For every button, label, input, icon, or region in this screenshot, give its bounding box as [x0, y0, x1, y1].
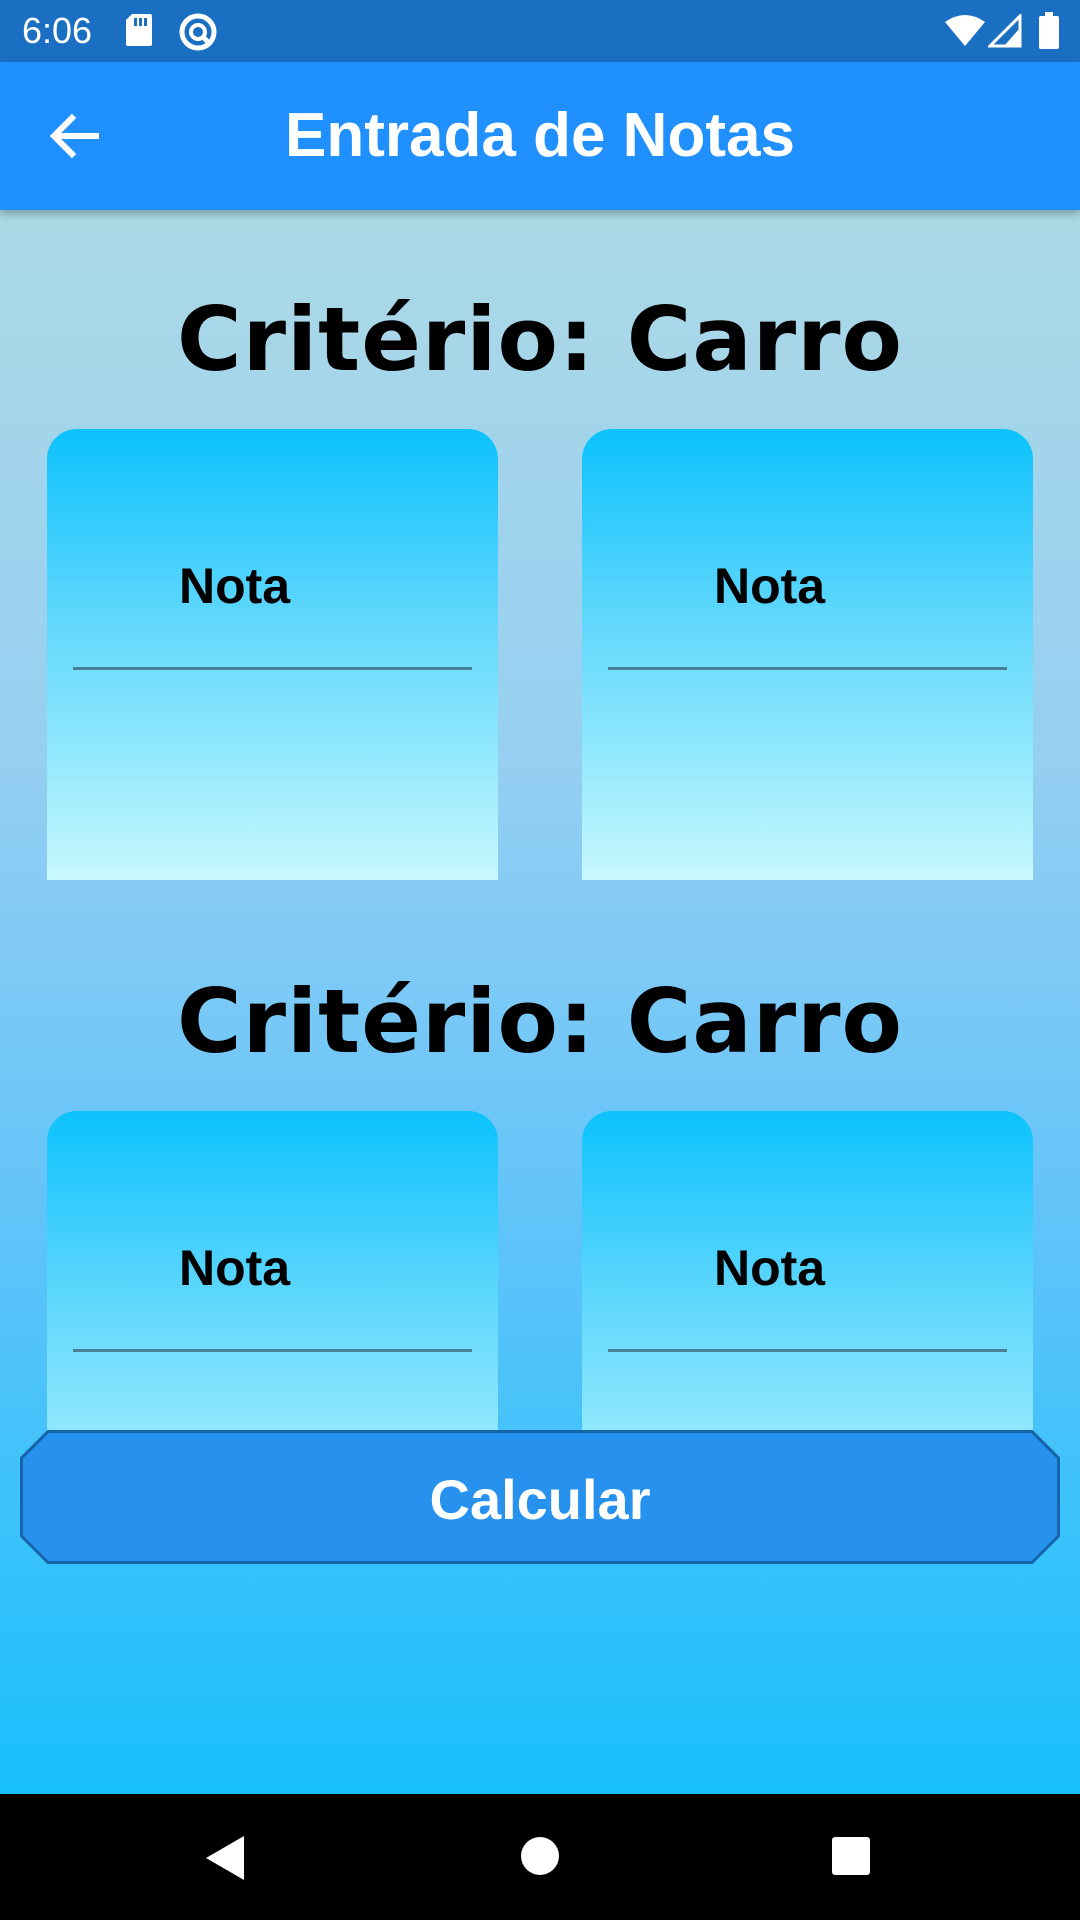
app-bar: Entrada de Notas — [0, 62, 1080, 210]
page-title: Entrada de Notas — [285, 101, 795, 170]
note-field-label: Nota — [714, 1240, 826, 1296]
sync-icon — [178, 12, 218, 57]
signal-icon — [986, 12, 1022, 53]
note-card[interactable]: Nota — [47, 429, 498, 880]
back-triangle-icon[interactable] — [204, 1834, 248, 1887]
criterion-title: Critério: Carro — [177, 970, 903, 1073]
recents-square-icon[interactable] — [831, 1836, 871, 1881]
status-bar: 6:06 — [0, 0, 1080, 62]
status-time: 6:06 — [22, 10, 93, 51]
note-card[interactable]: Nota — [582, 429, 1033, 880]
note-field-label: Nota — [179, 558, 291, 614]
wifi-icon — [944, 14, 986, 53]
calculate-button-label: Calcular — [429, 1468, 651, 1531]
note-input-underline[interactable] — [608, 667, 1007, 670]
note-input-underline[interactable] — [73, 667, 472, 670]
sd-card-icon — [124, 12, 154, 53]
calculate-button[interactable]: Calcular — [20, 1430, 1060, 1564]
navigation-bar — [0, 1794, 1080, 1920]
battery-icon — [1038, 12, 1060, 55]
note-field-label: Nota — [179, 1240, 291, 1296]
note-input-underline[interactable] — [608, 1349, 1007, 1352]
note-input-underline[interactable] — [73, 1349, 472, 1352]
home-circle-icon[interactable] — [520, 1836, 560, 1881]
note-field-label: Nota — [714, 558, 826, 614]
criterion-title: Critério: Carro — [177, 288, 903, 391]
